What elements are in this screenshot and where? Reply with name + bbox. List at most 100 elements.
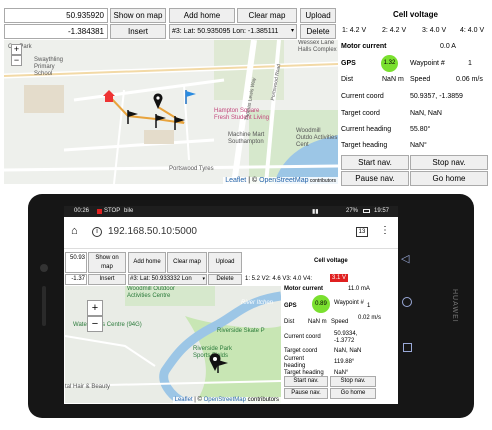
map-label-tyres: Portswood Tyres [169,166,214,172]
phone-speaker [42,286,46,326]
motor-current-value: 0.0 A [440,43,456,50]
attribution-separator: | © [192,397,204,403]
target-flag-icon [185,90,197,104]
map-attribution: Leaflet | © OpenStreetMap contributors [172,397,281,403]
phone-map[interactable]: Woodmill Outdoor Activities Centre Water… [65,286,281,403]
map-attribution: Leaflet | © OpenStreetMap contributors [223,177,338,184]
dist-value: NaN m [382,76,404,83]
waypoint-select[interactable]: #3: Lat: 50.935095 Lon: -1.385111 ▾ [169,24,297,39]
target-heading-label: Target heading [341,142,388,149]
map-label-watersports: Watersports Centre (94G) [73,322,142,328]
map-label-woodmill: Woodmill Outdo Activities Cent [296,128,338,148]
info-icon[interactable]: i [92,227,102,237]
stop-nav-button[interactable]: Stop nav. [330,376,376,387]
status-stop: STOP [104,208,121,214]
status-carrier: bile [124,208,134,214]
battery-icon [363,209,370,213]
current-heading-label: Current heading [284,356,306,369]
waypoint-flag-icon [127,110,139,124]
tab-count[interactable]: 13 [356,227,368,237]
upload-button[interactable]: Upload [300,8,336,23]
latitude-input[interactable]: 50.93 [65,252,87,273]
phone-brand: HUAWEI [451,289,458,323]
dist-label: Dist [284,319,295,325]
delete-button[interactable]: Delete [208,274,242,285]
current-coord-label: Current coord [284,334,321,340]
cell-voltage-4: 4: 4.0 V [460,27,485,34]
url-bar[interactable]: 192.168.50.10:5000 [108,226,197,237]
insert-button[interactable]: Insert [110,24,166,39]
insert-button[interactable]: Insert [88,274,126,285]
add-home-button[interactable]: Add home [128,252,166,273]
delete-button[interactable]: Delete [300,24,336,39]
back-icon[interactable]: ◁ [401,254,409,265]
phone-screen: 00:26 STOP bile ▮▮ 27% 19:57 ⌂ i 192.168… [64,206,398,404]
start-nav-button[interactable]: Start nav. [341,155,409,170]
add-home-button[interactable]: Add home [169,8,235,23]
leaflet-link[interactable]: Leaflet [225,177,246,184]
waypoint-select[interactable]: #3: Lat: 50.933332 Lon ▾ [128,274,207,285]
go-home-button[interactable]: Go home [410,171,488,186]
clear-map-button[interactable]: Clear map [237,8,297,23]
stop-icon [97,209,102,214]
pause-nav-button[interactable]: Pause nav. [284,388,328,399]
clear-map-button[interactable]: Clear map [167,252,207,273]
status-bar: 00:26 STOP bile ▮▮ 27% 19:57 [64,206,398,217]
home-icon[interactable]: ⌂ [71,225,78,237]
current-heading-label: Current heading [341,126,392,133]
menu-icon[interactable]: ⋮ [380,225,390,236]
zoom-in-button[interactable]: + [87,300,103,316]
status-battery: 27% [346,208,359,214]
gps-label: GPS [284,303,297,309]
browser-toolbar: ⌂ i 192.168.50.10:5000 13 ⋮ [64,217,398,249]
zoom-out-button[interactable]: − [11,55,22,66]
show-on-map-button[interactable]: Show on map [88,252,126,273]
target-heading-value: NaN° [410,142,427,149]
current-heading-value: 119.88° [334,359,355,365]
speed-label: Speed [410,76,431,83]
upload-button[interactable]: Upload [208,252,242,273]
waypoint-select-value: #3: Lat: 50.935095 Lon: -1.385111 [172,28,279,35]
waypoint-label: Waypoint # [410,60,445,67]
latitude-input[interactable]: 50.935920 [4,8,108,23]
map-label-halls: Wessex Lane Halls Complex [298,40,337,53]
map-label-skate: Riverside Skate P [217,328,265,334]
speed-label: Speed [331,319,349,325]
motor-current-label: Motor current [284,286,323,292]
osm-link[interactable]: OpenStreetMap [259,177,308,184]
dist-value: NaN m [308,319,327,325]
map-label-machine-mart: Machine Mart Southampton [228,132,265,145]
waypoint-flag-icon [155,114,167,128]
attribution-separator: | © [246,177,260,184]
recents-icon[interactable] [403,343,412,352]
go-home-button[interactable]: Go home [330,388,376,399]
start-nav-button[interactable]: Start nav. [284,376,328,387]
show-on-map-button[interactable]: Show on map [110,8,166,23]
camera-icon [40,264,48,272]
zoom-out-button[interactable]: − [87,316,103,332]
waypoint-label: Waypoint # [334,300,364,306]
target-coord-label: Target coord [341,110,380,117]
cell-voltage-title: Cell voltage [393,10,438,19]
top-map[interactable]: Car Park Swaythling Primary School Wesse… [4,40,338,184]
longitude-input[interactable]: -1.37 [65,274,87,285]
speed-value: 0.02 m/s [358,315,382,321]
gps-value: 0.89 [315,301,327,307]
pause-nav-button[interactable]: Pause nav. [341,171,409,186]
target-coord-value: NaN, NaN [334,348,362,354]
cell-voltage-2: 2: 4.2 V [382,27,407,34]
waypoint-value: 1 [468,60,472,67]
zoom-in-button[interactable]: + [11,44,22,55]
motor-current-value: 11.0 mA [348,286,370,292]
longitude-input[interactable]: -1.384381 [4,24,108,39]
osm-link[interactable]: OpenStreetMap [204,397,246,403]
map-label-beauty: tal Hair & Beauty [65,384,111,390]
current-coord-value: 50.9357, -1.3859 [410,93,463,100]
stop-nav-button[interactable]: Stop nav. [410,155,488,170]
chevron-down-icon: ▾ [202,276,205,282]
home-button-icon[interactable] [402,297,412,307]
current-heading-value: 55.80° [410,126,431,133]
cell-voltages: 1: 5.2 V2: 4.6 V3: 4.0 V4: [245,276,313,282]
leaflet-link[interactable]: Leaflet [175,397,193,403]
map-label-school: Swaythling Primary School [34,57,64,77]
